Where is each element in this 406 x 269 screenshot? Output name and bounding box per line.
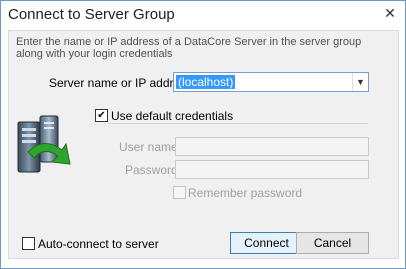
connect-dialog: Connect to Server Group ✕ Enter the name…	[0, 0, 406, 269]
server-name-combobox[interactable]: (localhost) ▼	[173, 72, 369, 92]
use-default-credentials-label[interactable]: Use default credentials	[111, 109, 233, 123]
instructions-text: Enter the name or IP address of a DataCo…	[16, 36, 362, 60]
use-default-credentials-checkbox[interactable]: ✔	[95, 109, 108, 122]
user-name-label: User name:	[119, 140, 182, 154]
remember-password-checkbox[interactable]	[173, 186, 186, 199]
window-title: Connect to Server Group	[8, 6, 175, 23]
connect-button[interactable]: Connect	[230, 232, 303, 254]
credentials-separator	[107, 123, 368, 124]
server-name-value[interactable]: (localhost)	[176, 75, 236, 89]
cancel-button[interactable]: Cancel	[296, 232, 369, 254]
user-name-field[interactable]	[175, 137, 369, 156]
server-tower-icon	[17, 115, 71, 173]
password-field[interactable]	[175, 160, 369, 179]
remember-password-label[interactable]: Remember password	[188, 186, 302, 200]
dialog-content: Enter the name or IP address of a DataCo…	[8, 30, 399, 259]
auto-connect-checkbox[interactable]	[22, 237, 35, 250]
password-label: Password:	[125, 163, 182, 177]
auto-connect-label[interactable]: Auto-connect to server	[38, 237, 159, 251]
close-button[interactable]: ✕	[382, 5, 398, 21]
chevron-down-icon[interactable]: ▼	[352, 73, 368, 91]
